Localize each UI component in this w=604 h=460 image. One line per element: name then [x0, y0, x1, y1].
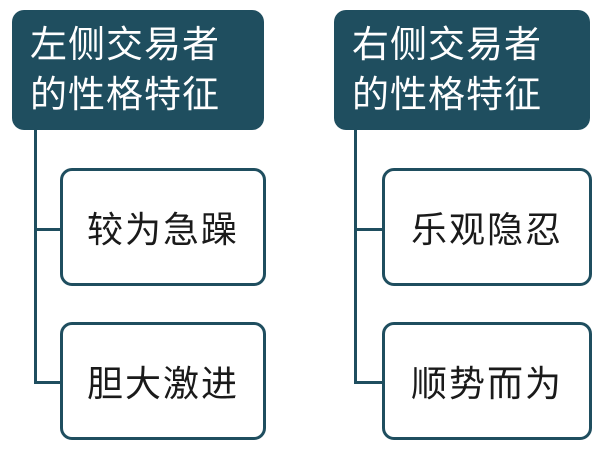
right-trait-box-1: 乐观隐忍	[382, 168, 592, 286]
right-connector-vertical	[354, 130, 357, 382]
left-trait-box-2: 胆大激进	[60, 322, 266, 440]
left-connector-vertical	[34, 130, 37, 382]
right-connector-branch-2	[354, 381, 382, 384]
left-connector-branch-2	[34, 381, 62, 384]
left-trader-header: 左侧交易者 的性格特征	[12, 10, 264, 130]
right-trait-box-2: 顺势而为	[382, 322, 592, 440]
right-trader-column: 右侧交易者 的性格特征 乐观隐忍 顺势而为	[320, 0, 604, 460]
right-trader-header: 右侧交易者 的性格特征	[334, 10, 590, 130]
left-connector-branch-1	[34, 228, 62, 231]
right-connector-branch-1	[354, 228, 382, 231]
left-trait-box-1: 较为急躁	[60, 168, 266, 286]
left-trader-column: 左侧交易者 的性格特征 较为急躁 胆大激进	[0, 0, 290, 460]
